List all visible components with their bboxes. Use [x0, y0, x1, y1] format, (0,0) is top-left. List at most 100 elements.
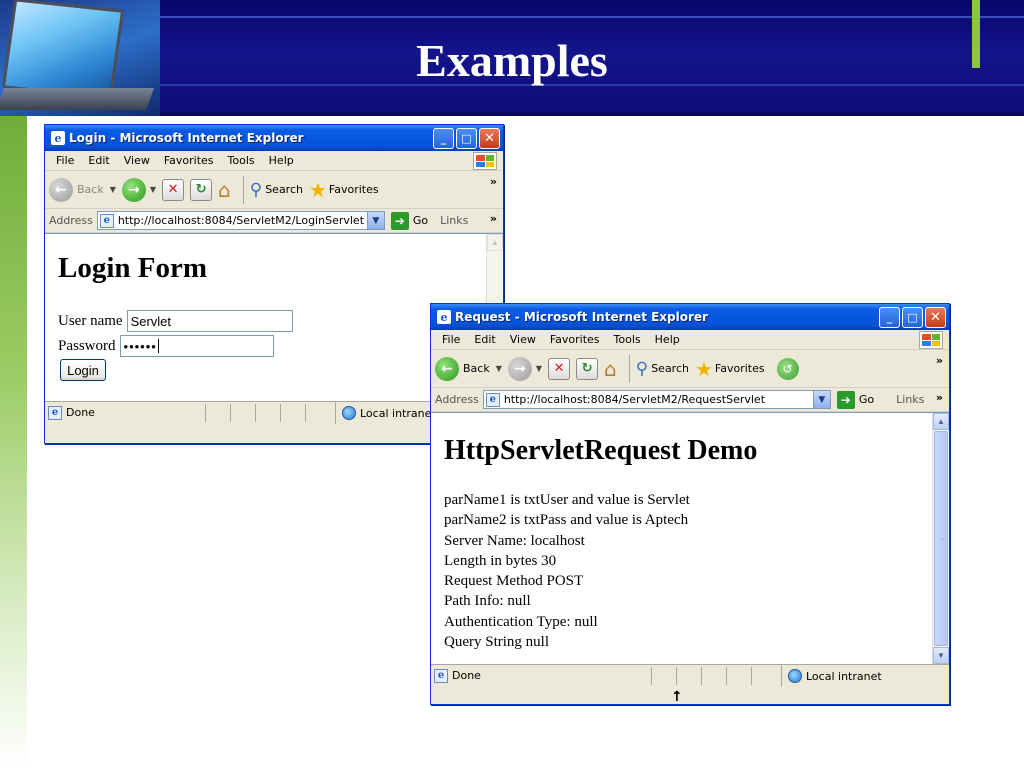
menu-file[interactable]: File: [435, 333, 467, 346]
menu-bar: File Edit View Favorites Tools Help: [431, 330, 949, 350]
computer-logo-image: [0, 0, 160, 116]
favorites-star-icon: ★: [694, 356, 713, 381]
page-icon: e: [48, 405, 62, 420]
menu-favorites[interactable]: Favorites: [157, 154, 221, 167]
password-input[interactable]: ••••••: [119, 335, 274, 357]
username-label: User name: [58, 312, 123, 329]
favorites-button[interactable]: ★ Favorites: [309, 178, 379, 202]
scroll-up-icon[interactable]: ▲: [487, 234, 503, 251]
links-overflow-icon[interactable]: »: [936, 391, 943, 404]
search-button[interactable]: ⚲ Search: [636, 359, 689, 379]
menu-help[interactable]: Help: [648, 333, 687, 346]
ie-icon: e: [51, 131, 65, 145]
menu-tools[interactable]: Tools: [607, 333, 648, 346]
request-info-line: Authentication Type: null: [444, 613, 598, 630]
links-label[interactable]: Links: [896, 393, 924, 406]
security-zone: Local intranet: [781, 665, 882, 687]
scroll-up-icon[interactable]: ▲: [933, 413, 949, 430]
status-panes: [651, 667, 776, 685]
window-title: Login - Microsoft Internet Explorer: [69, 131, 304, 145]
toolbar-overflow-icon[interactable]: »: [936, 354, 943, 367]
menu-tools[interactable]: Tools: [221, 154, 262, 167]
stop-icon[interactable]: ✕: [548, 357, 571, 380]
page-content: HttpServletRequest Demo parName1 is txtU…: [431, 412, 949, 664]
menu-view[interactable]: View: [117, 154, 157, 167]
chevron-down-icon[interactable]: ▼: [496, 364, 502, 373]
standard-toolbar: ← Back ▼ → ▼ ✕ ↻ ⌂ ⚲ Search ★ Favorites …: [431, 350, 949, 388]
home-icon[interactable]: ⌂: [604, 357, 617, 381]
ie-icon: e: [437, 310, 451, 324]
username-input[interactable]: Servlet: [126, 310, 293, 332]
toolbar-overflow-icon[interactable]: »: [490, 175, 497, 188]
windows-logo-icon: [473, 152, 497, 170]
toolbar-separator: [628, 354, 630, 383]
scroll-down-icon[interactable]: ▼: [933, 647, 949, 664]
address-bar: Address e http://localhost:8084/ServletM…: [45, 209, 503, 233]
standard-toolbar: ← Back ▼ → ▼ ✕ ↻ ⌂ ⚲ Search ★ Favorites …: [45, 171, 503, 209]
history-icon[interactable]: ↺: [776, 357, 799, 380]
forward-icon[interactable]: →: [121, 177, 146, 202]
menu-favorites[interactable]: Favorites: [543, 333, 607, 346]
request-info-line: Server Name: localhost: [444, 532, 585, 549]
menu-view[interactable]: View: [503, 333, 543, 346]
status-text: e Done: [431, 668, 481, 683]
back-button[interactable]: ← Back: [435, 356, 490, 381]
address-input[interactable]: e http://localhost:8084/ServletM2/Reques…: [482, 390, 831, 409]
keyboard-graphic: [0, 88, 155, 110]
window-titlebar[interactable]: e Login - Microsoft Internet Explorer _ …: [45, 125, 503, 151]
page-icon: e: [434, 668, 448, 683]
toolbar-separator: [242, 175, 244, 204]
chevron-down-icon[interactable]: ▼: [366, 212, 384, 229]
refresh-icon[interactable]: ↻: [190, 178, 213, 201]
page-icon: e: [485, 392, 500, 407]
request-info-line: Query String null: [444, 634, 549, 651]
address-bar: Address e http://localhost:8084/ServletM…: [431, 388, 949, 412]
close-icon[interactable]: ✕: [925, 307, 946, 328]
chevron-down-icon[interactable]: ▼: [110, 185, 116, 194]
favorites-button[interactable]: ★ Favorites: [695, 357, 765, 381]
page-heading: HttpServletRequest Demo: [444, 435, 758, 466]
monitor-graphic: [1, 0, 125, 100]
request-info-list: parName1 is txtUser and value is Servlet…: [444, 490, 690, 652]
chevron-down-icon[interactable]: ▼: [536, 364, 542, 373]
address-label: Address: [49, 214, 93, 227]
links-overflow-icon[interactable]: »: [490, 212, 497, 225]
maximize-icon[interactable]: □: [456, 128, 477, 149]
close-icon[interactable]: ✕: [479, 128, 500, 149]
minimize-icon[interactable]: _: [433, 128, 454, 149]
username-row: User name Servlet: [58, 310, 293, 332]
forward-icon[interactable]: →: [507, 356, 532, 381]
menu-edit[interactable]: Edit: [81, 154, 116, 167]
password-value: ••••••: [123, 338, 157, 354]
status-text: e Done: [45, 405, 95, 420]
go-button[interactable]: ➔ Go: [836, 390, 874, 409]
menu-bar: File Edit View Favorites Tools Help: [45, 151, 503, 171]
address-url: http://localhost:8084/ServletM2/RequestS…: [503, 393, 766, 406]
menu-edit[interactable]: Edit: [467, 333, 502, 346]
address-input[interactable]: e http://localhost:8084/ServletM2/LoginS…: [96, 211, 385, 230]
address-label: Address: [435, 393, 479, 406]
login-button[interactable]: Login: [60, 359, 106, 381]
vertical-scrollbar[interactable]: ▲ ≡ ▼: [932, 413, 949, 664]
minimize-icon[interactable]: _: [879, 307, 900, 328]
search-button[interactable]: ⚲ Search: [250, 180, 303, 200]
scrollbar-thumb[interactable]: ≡: [934, 431, 948, 646]
request-info-line: Request Method POST: [444, 573, 584, 590]
globe-icon: [788, 669, 802, 683]
maximize-icon[interactable]: □: [902, 307, 923, 328]
window-titlebar[interactable]: e Request - Microsoft Internet Explorer …: [431, 304, 949, 330]
text-caret: [157, 339, 159, 353]
back-button[interactable]: ← Back: [49, 177, 104, 202]
home-icon[interactable]: ⌂: [218, 178, 231, 202]
header-stripe: [160, 16, 1024, 18]
security-zone: Local intranet: [335, 402, 436, 424]
menu-file[interactable]: File: [49, 154, 81, 167]
go-button[interactable]: ➔ Go: [390, 211, 428, 230]
links-label[interactable]: Links: [440, 214, 468, 227]
refresh-icon[interactable]: ↻: [576, 357, 599, 380]
menu-help[interactable]: Help: [262, 154, 301, 167]
stop-icon[interactable]: ✕: [162, 178, 185, 201]
request-info-line: parName1 is txtUser and value is Servlet: [444, 492, 690, 508]
chevron-down-icon[interactable]: ▼: [812, 391, 830, 408]
chevron-down-icon[interactable]: ▼: [150, 185, 156, 194]
